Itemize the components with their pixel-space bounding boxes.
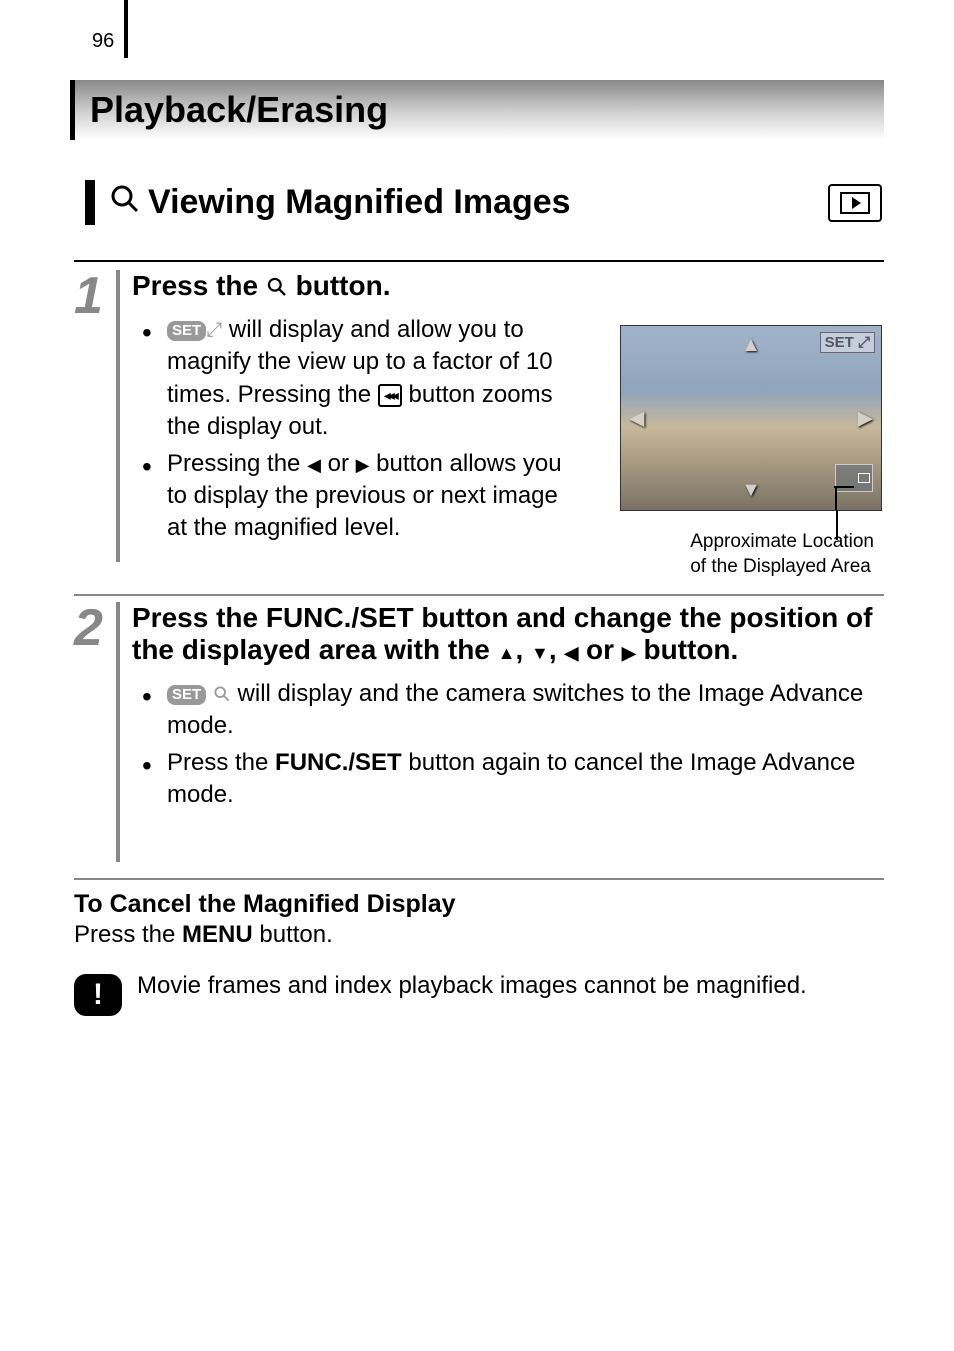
magnify-icon [266, 276, 288, 298]
image-arrow-down-icon: ▼ [741, 479, 761, 502]
step-1-bullets: SET ⤢ will display and allow you to magn… [132, 314, 562, 545]
cancel-title: To Cancel the Magnified Display [74, 890, 884, 919]
caption-line-2: of the Displayed Area [690, 555, 874, 580]
chapter-title: Playback/Erasing [90, 89, 388, 131]
step-2: 2 Press the FUNC./SET button and change … [74, 602, 884, 862]
step2-b1-text: will display and the camera switches to … [167, 680, 863, 739]
chapter-header: Playback/Erasing [70, 80, 884, 140]
arrow-left-icon [564, 634, 578, 665]
arrow-right-icon [356, 450, 370, 477]
step1-title-prefix: Press the [132, 270, 266, 301]
step-1-example-image: SET ⤢ ◀ ▶ ▲ ▼ [620, 325, 882, 511]
step2-title-suffix: button. [636, 634, 739, 665]
section-header: Viewing Magnified Images [85, 180, 884, 225]
step-2-title: Press the FUNC./SET button and change th… [132, 602, 884, 666]
step-2-bullet-1: SET will display and the camera switches… [142, 678, 884, 743]
step2-title-mid2: , [549, 634, 565, 665]
image-arrow-up-icon: ▲ [741, 334, 761, 357]
warning-icon: ! [74, 974, 122, 1016]
zoom-move-icon: ⤢ [206, 317, 222, 344]
image-caption: Approximate Location of the Displayed Ar… [690, 530, 874, 579]
play-triangle-icon [852, 197, 861, 209]
step1-b2-mid: or [321, 450, 356, 477]
set-badge-icon: SET [167, 685, 206, 705]
step-1-title: Press the button. [132, 270, 884, 302]
cancel-prefix: Press the [74, 921, 182, 948]
set-badge-icon: SET [167, 321, 206, 341]
image-set-overlay-icon: SET ⤢ [820, 332, 875, 353]
step-2-number: 2 [74, 602, 110, 862]
step2-b2-bold: FUNC./SET [275, 749, 402, 776]
note-text: Movie frames and index playback images c… [137, 970, 807, 1002]
step-2-bullets: SET will display and the camera switches… [132, 678, 884, 812]
arrow-up-icon [498, 634, 516, 665]
step1-b2-prefix: Pressing the [167, 450, 307, 477]
arrow-right-icon [622, 634, 636, 665]
magnify-icon [110, 184, 140, 222]
step-2-bullet-2: Press the FUNC./SET button again to canc… [142, 747, 884, 812]
step-1-bar [116, 270, 120, 562]
magnify-icon [213, 685, 231, 703]
step1-title-suffix: button. [288, 270, 391, 301]
cancel-section: To Cancel the Magnified Display Press th… [74, 890, 884, 949]
image-arrow-left-icon: ◀ [629, 406, 644, 431]
top-divider [124, 0, 128, 58]
section-divider [74, 260, 884, 262]
arrow-left-icon [307, 450, 321, 477]
step2-b2-prefix: Press the [167, 749, 275, 776]
step-1-number: 1 [74, 270, 110, 562]
caption-line-1: Approximate Location [690, 530, 874, 555]
playback-inner-icon [840, 192, 870, 214]
arrow-down-icon [531, 634, 549, 665]
playback-mode-icon [828, 184, 882, 222]
wide-button-icon [378, 384, 402, 407]
page-number: 96 [92, 30, 114, 53]
note-section: ! Movie frames and index playback images… [74, 970, 884, 1016]
step-2-content: Press the FUNC./SET button and change th… [132, 602, 884, 862]
step-1-bullet-1: SET ⤢ will display and allow you to magn… [142, 314, 562, 444]
minimap-marker-icon [858, 473, 870, 483]
step2-title-mid1: , [515, 634, 531, 665]
step-1-bullet-2: Pressing the or button allows you to dis… [142, 448, 562, 545]
caption-connector-h [834, 486, 854, 488]
step-divider-1 [74, 594, 884, 596]
step-divider-2 [74, 878, 884, 880]
cancel-text: Press the MENU button. [74, 921, 884, 949]
section-title: Viewing Magnified Images [148, 183, 571, 222]
step2-title-mid3: or [578, 634, 622, 665]
cancel-suffix: button. [253, 921, 333, 948]
section-accent-bar [85, 180, 95, 225]
step-2-bar [116, 602, 120, 862]
cancel-bold: MENU [182, 921, 253, 948]
image-arrow-right-icon: ▶ [858, 406, 873, 431]
